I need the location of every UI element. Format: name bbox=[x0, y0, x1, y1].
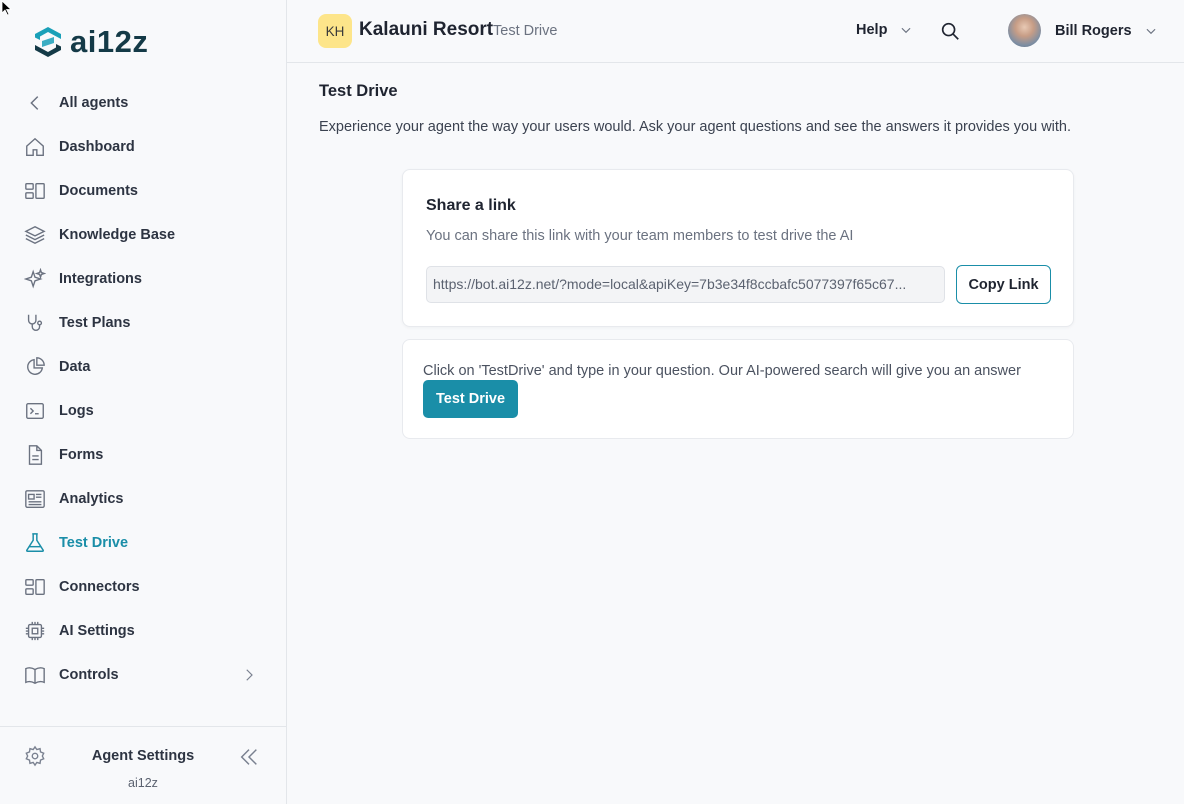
cpu-icon bbox=[24, 620, 46, 642]
test-drive-button[interactable]: Test Drive bbox=[423, 380, 518, 418]
org-badge: KH bbox=[318, 14, 352, 48]
page-description: Experience your agent the way your users… bbox=[319, 119, 1072, 135]
sidebar-item-label: Logs bbox=[59, 403, 94, 419]
sidebar-item-label: Dashboard bbox=[59, 139, 135, 155]
sidebar-item-test-drive[interactable]: Test Drive bbox=[0, 521, 286, 565]
user-name: Bill Rogers bbox=[1055, 22, 1132, 39]
pie-chart-icon bbox=[24, 356, 46, 378]
sparkles-icon bbox=[24, 268, 46, 290]
sidebar-item-documents[interactable]: Documents bbox=[0, 169, 286, 213]
sidebar-item-dashboard[interactable]: Dashboard bbox=[0, 125, 286, 169]
test-drive-card: Click on 'TestDrive' and type in your qu… bbox=[402, 339, 1074, 439]
documents-icon bbox=[24, 180, 46, 202]
chevron-down-icon bbox=[901, 27, 911, 34]
sidebar-item-label: Controls bbox=[59, 667, 119, 683]
terminal-icon bbox=[24, 400, 46, 422]
sidebar-item-test-plans[interactable]: Test Plans bbox=[0, 301, 286, 345]
share-link-field[interactable]: https://bot.ai12z.net/?mode=local&apiKey… bbox=[426, 266, 945, 303]
avatar bbox=[1008, 14, 1041, 47]
breadcrumb-current: Test Drive bbox=[493, 23, 558, 39]
file-icon bbox=[24, 444, 46, 466]
sidebar-item-label: Forms bbox=[59, 447, 104, 463]
sidebar-item-label: Test Plans bbox=[59, 315, 131, 331]
test-drive-instructions: Click on 'TestDrive' and type in your qu… bbox=[423, 363, 1021, 379]
layers-icon bbox=[24, 224, 46, 246]
sidebar-item-label: All agents bbox=[59, 95, 129, 111]
share-link-card: Share a link You can share this link wit… bbox=[402, 169, 1074, 327]
stethoscope-icon bbox=[24, 312, 46, 334]
sidebar-item-label: AI Settings bbox=[59, 623, 135, 639]
newspaper-icon bbox=[24, 488, 46, 510]
sidebar-item-label: Connectors bbox=[59, 579, 140, 595]
share-link-title: Share a link bbox=[426, 197, 516, 214]
chevron-left-icon bbox=[24, 92, 46, 114]
home-icon bbox=[24, 136, 46, 158]
flask-icon bbox=[24, 532, 46, 554]
agent-settings-sub: ai12z bbox=[128, 776, 158, 790]
sidebar-item-data[interactable]: Data bbox=[0, 345, 286, 389]
sidebar-footer: Agent Settings ai12z bbox=[0, 726, 286, 804]
sidebar-item-ai-settings[interactable]: AI Settings bbox=[0, 609, 286, 653]
sidebar-item-knowledge-base[interactable]: Knowledge Base bbox=[0, 213, 286, 257]
sidebar-nav: All agents Dashboard Documents Knowledge… bbox=[0, 81, 286, 697]
help-label: Help bbox=[856, 22, 888, 38]
logo-text: ai12z bbox=[70, 24, 149, 59]
logo[interactable]: ai12z bbox=[30, 24, 148, 60]
sidebar-item-label: Integrations bbox=[59, 271, 142, 287]
user-menu[interactable]: Bill Rogers bbox=[1008, 14, 1158, 47]
book-icon bbox=[24, 664, 46, 686]
sidebar-item-logs[interactable]: Logs bbox=[0, 389, 286, 433]
sidebar-item-integrations[interactable]: Integrations bbox=[0, 257, 286, 301]
share-link-subtitle: You can share this link with your team m… bbox=[426, 228, 854, 244]
sidebar-item-label: Test Drive bbox=[59, 535, 129, 551]
sidebar-item-forms[interactable]: Forms bbox=[0, 433, 286, 477]
connectors-icon bbox=[24, 576, 46, 598]
sidebar: ai12z All agents Dashboard Documents Kno… bbox=[0, 0, 287, 804]
logo-mark-icon bbox=[35, 27, 61, 57]
sidebar-item-connectors[interactable]: Connectors bbox=[0, 565, 286, 609]
sidebar-item-label: Data bbox=[59, 359, 91, 375]
chevron-right-icon[interactable] bbox=[240, 666, 258, 684]
collapse-sidebar-icon[interactable] bbox=[238, 746, 260, 768]
help-menu[interactable]: Help bbox=[856, 22, 913, 38]
copy-link-button[interactable]: Copy Link bbox=[956, 265, 1051, 304]
sidebar-item-analytics[interactable]: Analytics bbox=[0, 477, 286, 521]
sidebar-item-all-agents[interactable]: All agents bbox=[0, 81, 286, 125]
sidebar-item-label: Knowledge Base bbox=[59, 227, 176, 243]
top-header: KH Kalauni Resort Test Drive Help Bill R… bbox=[287, 0, 1184, 63]
search-icon[interactable] bbox=[939, 20, 961, 42]
chevron-down-icon bbox=[1146, 28, 1156, 34]
mouse-cursor-icon bbox=[1, 0, 13, 16]
org-name: Kalauni Resort bbox=[359, 19, 494, 40]
sidebar-item-label: Documents bbox=[59, 183, 138, 199]
sidebar-item-controls[interactable]: Controls bbox=[0, 653, 286, 697]
sidebar-item-label: Analytics bbox=[59, 491, 124, 507]
page-title: Test Drive bbox=[319, 82, 398, 100]
